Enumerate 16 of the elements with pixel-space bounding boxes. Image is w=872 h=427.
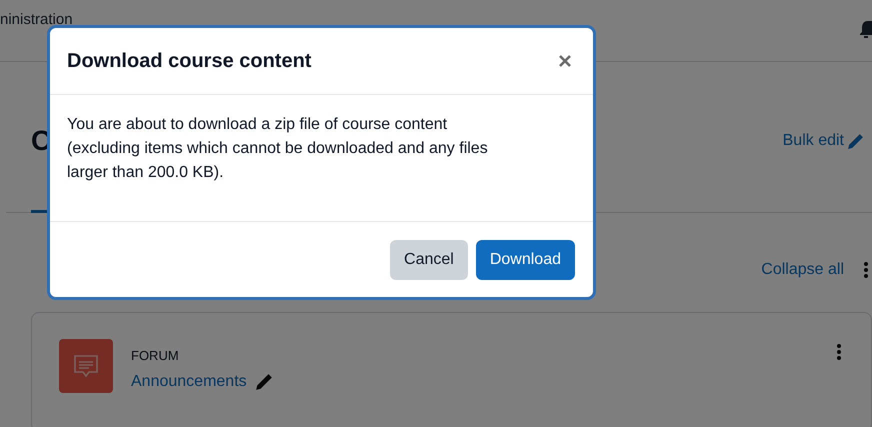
dialog-message: You are about to download a zip file of course content (excluding items which cannot be downloaded and any files larger than 200.0 KB). bbox=[67, 115, 489, 183]
pencil-icon[interactable] bbox=[254, 372, 273, 390]
bell-icon[interactable] bbox=[860, 20, 872, 38]
more-icon[interactable] bbox=[864, 262, 868, 278]
forum-icon bbox=[59, 339, 113, 393]
collapse-all-link[interactable]: Collapse all bbox=[761, 258, 844, 282]
nav-link[interactable]: ninistration bbox=[0, 9, 73, 32]
cancel-button[interactable]: Cancel bbox=[390, 240, 468, 280]
download-button[interactable]: Download bbox=[476, 240, 575, 280]
bulk-edit-link[interactable]: Bulk edit bbox=[782, 129, 864, 153]
dialog-title: Download course content bbox=[67, 49, 312, 74]
pencil-icon bbox=[847, 132, 864, 150]
activity-link[interactable]: Announcements bbox=[131, 370, 247, 394]
close-icon[interactable] bbox=[559, 55, 571, 67]
activity-type: FORUM bbox=[131, 347, 180, 365]
more-icon[interactable] bbox=[837, 344, 841, 360]
